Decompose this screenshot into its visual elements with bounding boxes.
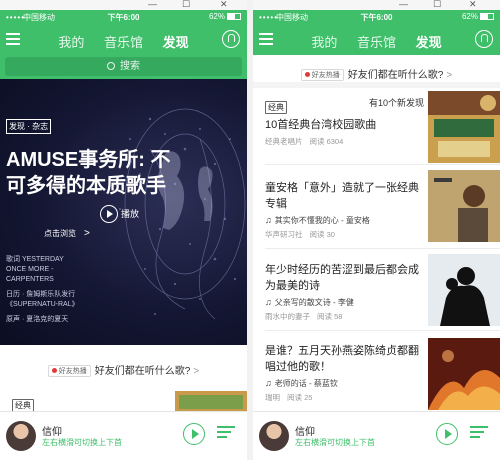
- mini-player[interactable]: 信仰 左右横滑可切换上下首: [0, 411, 247, 460]
- feed-item-meta: 经典老唱片 阅读 6304: [265, 137, 344, 146]
- nav-tabs: 我的 音乐馆 发现: [253, 32, 500, 51]
- red-dot-icon: [51, 368, 57, 373]
- hot-badge: 好友热播: [47, 365, 91, 377]
- hero-credits: 歌词 YESTERDAY ONCE MORE - CARPENTERS 日历 ·…: [6, 256, 79, 323]
- top-nav: 我的 音乐馆 发现: [253, 25, 500, 55]
- feed-item[interactable]: 童安格「意外」造就了一张经典专辑 ♫ 其实你不懂我的心 - 童安格 华声研习社 阅读…: [265, 180, 425, 240]
- search-icon: [107, 62, 115, 70]
- hero-title: AMUSE事务所: 不可多得的本质歌手: [6, 149, 171, 197]
- player-hint: 左右横滑可切换上下首: [295, 438, 375, 447]
- play-icon[interactable]: [183, 423, 205, 445]
- feed-item-meta: 瑞明 阅读 25: [265, 393, 313, 402]
- feed-item[interactable]: 10首经典台湾校园歌曲 经典老唱片 阅读 6304: [265, 117, 425, 147]
- feed-item-title: 10首经典台湾校园歌曲: [265, 119, 377, 131]
- close-button[interactable]: ✕: [220, 0, 228, 10]
- play-icon[interactable]: [436, 423, 458, 445]
- tab-music-hall[interactable]: 音乐馆: [104, 32, 143, 51]
- right-phone-screen: — ☐ ✕ ••••• 中国移动 下午6:00 62% 我的 音乐馆 发现 好友…: [253, 0, 500, 460]
- feed-item-title: 是谁？五月天孙燕姿陈绮贞都翻唱过他的歌！: [265, 345, 419, 373]
- avatar[interactable]: [259, 421, 289, 451]
- friends-hot-row[interactable]: 好友热播 好友们都在听什么歌? >: [253, 66, 500, 81]
- minimize-button[interactable]: —: [148, 0, 157, 9]
- classic-tag: 经典: [265, 101, 287, 114]
- album-thumbnail[interactable]: [175, 391, 247, 411]
- battery-icon: [227, 13, 241, 20]
- search-input[interactable]: 搜索: [5, 57, 242, 76]
- hero-banner[interactable]: 发现 · 杂志 AMUSE事务所: 不可多得的本质歌手 播放 点击浏览 > 歌词 …: [0, 79, 247, 345]
- mic-recognize-icon[interactable]: [222, 30, 240, 48]
- hero-play-button[interactable]: 播放: [100, 205, 139, 223]
- hot-badge: 好友热播: [300, 69, 344, 81]
- battery-indicator: 62%: [462, 12, 494, 21]
- feed-item[interactable]: 年少时经历的苦涩到最后都会成为最美的诗 ♫ 父亲写的散文诗 - 李健 雨水中的妻子…: [265, 262, 425, 322]
- avatar[interactable]: [6, 421, 36, 451]
- play-circle-icon: [100, 205, 118, 223]
- feed-item-thumbnail[interactable]: [428, 254, 500, 326]
- playlist-icon[interactable]: [217, 426, 235, 442]
- feed-item-thumbnail[interactable]: [428, 338, 500, 410]
- new-discoveries-count: 有10个新发现: [368, 98, 424, 108]
- mic-recognize-icon[interactable]: [475, 30, 493, 48]
- tab-discover[interactable]: 发现: [163, 32, 189, 51]
- music-note-icon: ♫: [265, 215, 272, 225]
- close-button[interactable]: ✕: [469, 0, 477, 10]
- tab-discover[interactable]: 发现: [416, 32, 442, 51]
- feed-item[interactable]: 是谁？五月天孙燕姿陈绮贞都翻唱过他的歌！ ♫ 老师的话 - 蔡蓝钦 瑞明 阅读 25: [265, 343, 425, 403]
- feed-separator: [265, 330, 500, 331]
- feed-item-song: ♫ 其实你不懂我的心 - 童安格: [265, 215, 370, 225]
- feed-item-song: ♫ 老师的话 - 蔡蓝钦: [265, 378, 338, 388]
- minimize-button[interactable]: —: [399, 0, 408, 9]
- chevron-right-icon: >: [84, 228, 90, 239]
- feed-separator: [265, 248, 500, 249]
- section-gap: [253, 82, 500, 88]
- window-bar: — ☐ ✕: [253, 0, 500, 10]
- top-nav: 我的 音乐馆 发现: [0, 25, 247, 55]
- player-song-title: 信仰: [42, 427, 62, 438]
- tab-music-hall[interactable]: 音乐馆: [357, 32, 396, 51]
- mini-player[interactable]: 信仰 左右横滑可切换上下首: [253, 411, 500, 460]
- feed-item-title: 年少时经历的苦涩到最后都会成为最美的诗: [265, 264, 419, 292]
- tab-mine[interactable]: 我的: [311, 32, 337, 51]
- chevron-right-icon: >: [193, 366, 200, 377]
- battery-icon: [480, 13, 494, 20]
- hero-browse[interactable]: 点击浏览 >: [44, 228, 90, 239]
- feed-item-meta: 华声研习社 阅读 30: [265, 230, 335, 239]
- restore-button[interactable]: ☐: [433, 0, 441, 10]
- restore-button[interactable]: ☐: [182, 0, 190, 10]
- feed-item-thumbnail[interactable]: [428, 91, 500, 163]
- status-bar: ••••• 中国移动 下午6:00 62%: [0, 10, 247, 25]
- music-note-icon: ♫: [265, 378, 272, 388]
- battery-indicator: 62%: [209, 12, 241, 21]
- feed-item-meta: 雨水中的妻子 阅读 58: [265, 312, 343, 321]
- window-bar: — ☐ ✕: [0, 0, 247, 10]
- feed-item-song: ♫ 父亲写的散文诗 - 李健: [265, 297, 354, 307]
- friends-hot-row[interactable]: 好友热播 好友们都在听什么歌? >: [0, 362, 247, 377]
- tab-mine[interactable]: 我的: [58, 32, 84, 51]
- feed-item-thumbnail[interactable]: [428, 170, 500, 242]
- feed-item-title: 童安格「意外」造就了一张经典专辑: [265, 182, 419, 210]
- red-dot-icon: [304, 72, 310, 77]
- hero-tag: 发现 · 杂志: [6, 119, 52, 134]
- playlist-icon[interactable]: [470, 426, 488, 442]
- feed-separator: [265, 164, 500, 165]
- player-song-title: 信仰: [295, 427, 315, 438]
- status-bar: ••••• 中国移动 下午6:00 62%: [253, 10, 500, 25]
- player-hint: 左右横滑可切换上下首: [42, 438, 122, 447]
- music-note-icon: ♫: [265, 297, 272, 307]
- left-phone-screen: — ☐ ✕ ••••• 中国移动 下午6:00 62% 我的 音乐馆 发现 搜索: [0, 0, 247, 460]
- nav-tabs: 我的 音乐馆 发现: [0, 32, 247, 51]
- search-bar: 搜索: [0, 55, 247, 79]
- chevron-right-icon: >: [446, 70, 453, 81]
